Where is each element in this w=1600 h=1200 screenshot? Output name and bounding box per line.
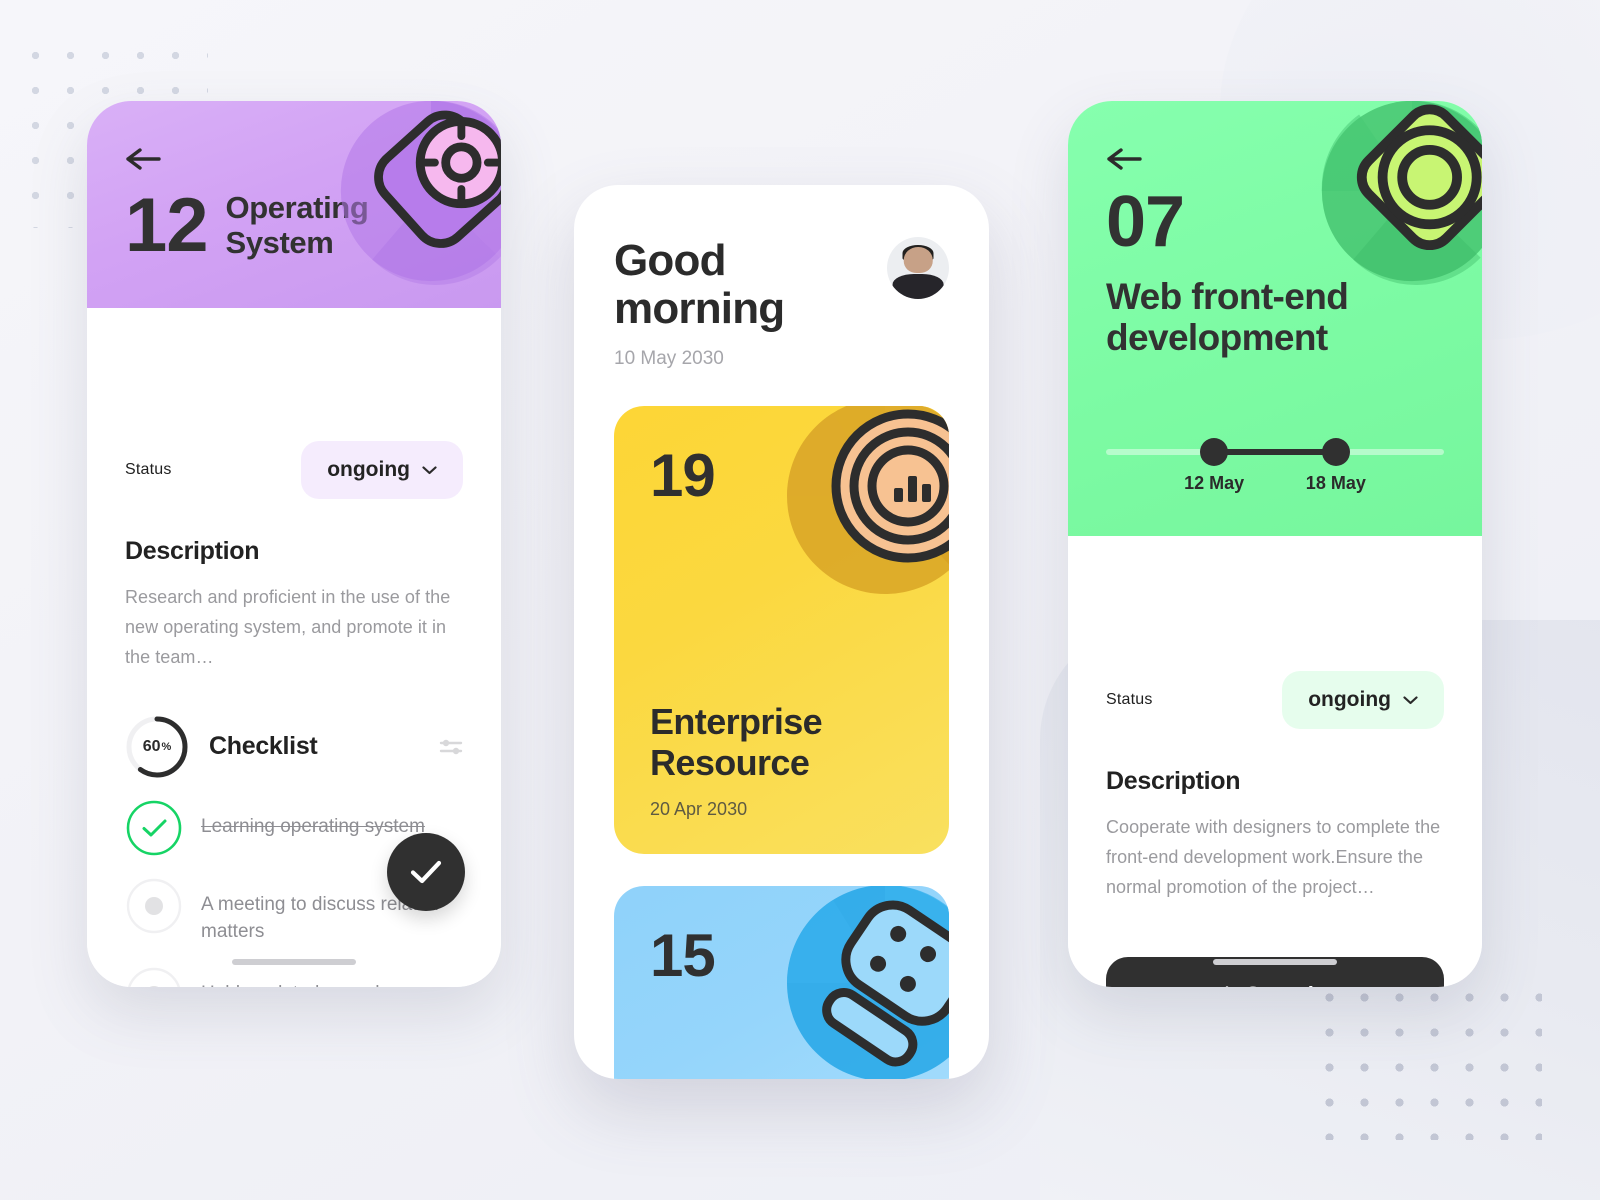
complete-button-label: Complete: [1245, 982, 1347, 987]
timeline-start-handle[interactable]: [1200, 438, 1229, 466]
timeline-track[interactable]: [1106, 438, 1444, 466]
avatar-face: [903, 246, 933, 273]
description-text: Cooperate with designers to complete the…: [1106, 817, 1441, 898]
status-row: Status ongoing: [125, 399, 463, 499]
timeline-labels: 12 May 18 May: [1106, 473, 1444, 497]
task-number: 07: [1106, 182, 1185, 262]
timeline: 12 May 18 May: [1106, 438, 1444, 497]
greeting-block: Good morning 10 May 2030: [614, 236, 785, 370]
checkbox-unchecked-icon[interactable]: [125, 966, 183, 987]
progress-value: 60: [142, 737, 161, 755]
status-row: Status ongoing: [1106, 629, 1444, 729]
checklist-item-label: Hold a related speech: [201, 966, 386, 987]
description-heading: Description: [125, 537, 260, 565]
tile-top: 19: [650, 446, 913, 506]
tile-number: 19: [650, 442, 716, 510]
check-icon: [410, 860, 442, 884]
progress-ring-label: 60%: [125, 715, 189, 779]
checkbox-checked-icon[interactable]: [125, 799, 183, 857]
left-card-title-row: 12 Operating System: [125, 183, 463, 268]
greeting-line-1: Good: [614, 236, 726, 285]
timeline-end-handle[interactable]: [1321, 438, 1350, 466]
sliders-icon[interactable]: [439, 737, 463, 757]
timeline-start-label: 12 May: [1184, 473, 1245, 493]
right-card-sheet: Status ongoing Description Cooperate wit…: [1068, 629, 1482, 987]
back-arrow-icon[interactable]: [125, 145, 163, 173]
status-label: Status: [1106, 691, 1153, 708]
task-title-line-2: development: [1106, 316, 1328, 358]
timeline-end-label: 18 May: [1305, 473, 1366, 493]
left-card-header: 12 Operating System: [87, 101, 501, 308]
greeting-date: 10 May 2030: [614, 348, 724, 370]
dot-grid-bottom-right: [1312, 980, 1542, 1140]
task-title: Web front-end development: [1106, 277, 1444, 358]
tile-title-line-1: Enterprise: [650, 701, 823, 743]
home-dashboard-card: Good morning 10 May 2030 19 Enterprise R…: [574, 185, 989, 1079]
check-icon: [1224, 986, 1229, 987]
chevron-down-icon: [422, 465, 437, 474]
checklist-header: 60% Checklist: [125, 715, 463, 779]
user-avatar[interactable]: [887, 237, 949, 299]
progress-unit: %: [161, 740, 172, 753]
task-tile-secondary[interactable]: 15: [614, 886, 949, 1079]
description-heading: Description: [1106, 767, 1241, 795]
task-title-line-1: Web front-end: [1106, 276, 1349, 318]
checkbox-unchecked-icon[interactable]: [125, 877, 183, 935]
home-indicator: [232, 959, 356, 965]
target-chart-illustration-icon: [787, 406, 949, 595]
tile-date: 20 Apr 2030: [650, 799, 748, 820]
timeline-fill: [1214, 449, 1336, 455]
status-value: ongoing: [327, 458, 410, 481]
checklist-item-label: Learning operating system: [201, 815, 425, 837]
back-arrow-icon[interactable]: [1106, 145, 1144, 173]
status-value: ongoing: [1308, 688, 1391, 711]
status-dropdown[interactable]: ongoing: [301, 441, 463, 499]
task-title: Operating System: [225, 190, 369, 261]
description-text: Research and proficient in the use of th…: [125, 587, 451, 668]
greeting-header: Good morning 10 May 2030: [574, 185, 989, 370]
avatar-body: [892, 274, 944, 299]
status-dropdown[interactable]: ongoing: [1282, 671, 1444, 729]
progress-ring: 60%: [125, 715, 189, 779]
checklist-item[interactable]: Hold a related speech: [125, 966, 463, 987]
task-number: 12: [125, 183, 209, 268]
tile-number: 15: [650, 922, 716, 990]
task-detail-card-web-frontend: 07 Web front-end development 12 May 18 M…: [1068, 101, 1482, 987]
task-tile-enterprise-resource[interactable]: 19 Enterprise Resource 20 Apr 2030: [614, 406, 949, 855]
checklist-heading: Checklist: [209, 732, 318, 761]
home-indicator: [1213, 959, 1337, 965]
chevron-down-icon: [1403, 695, 1418, 704]
tile-bottom: Enterprise Resource 20 Apr 2030: [650, 702, 913, 820]
confirm-fab-button[interactable]: [387, 833, 465, 911]
tile-title-line-2: Resource: [650, 741, 810, 783]
status-label: Status: [125, 461, 172, 478]
task-detail-card-operating-system: 12 Operating System Status ongoing Descr…: [87, 101, 501, 987]
greeting-line-2: morning: [614, 283, 785, 333]
